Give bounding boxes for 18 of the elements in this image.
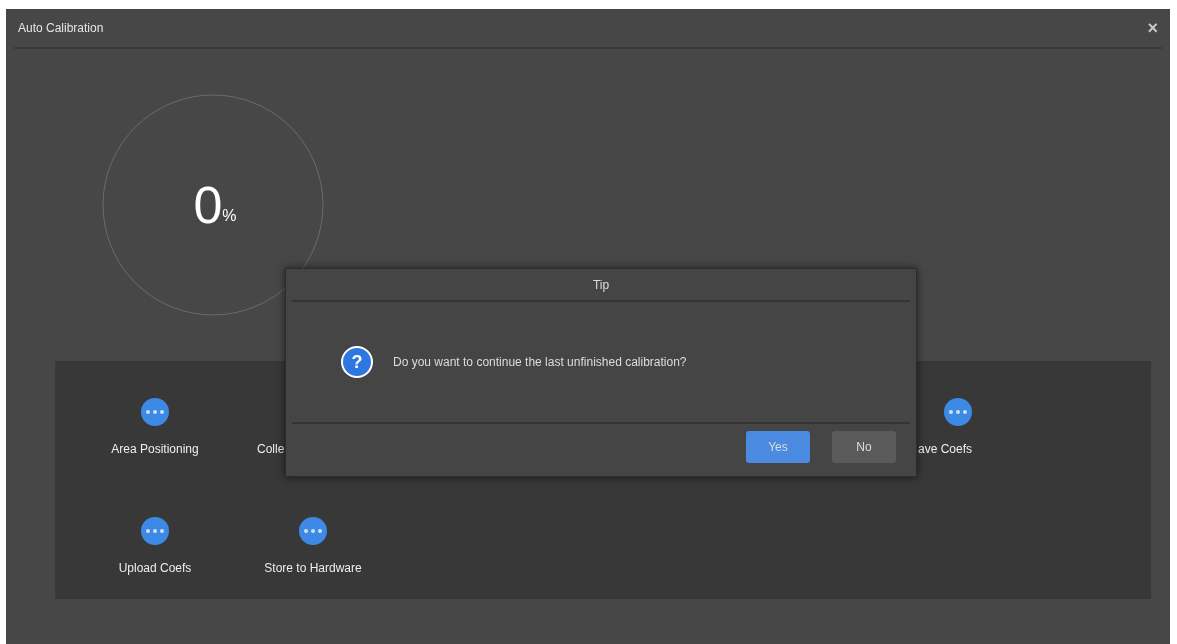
step-label: Colle — [257, 442, 285, 456]
close-button[interactable]: × — [1143, 19, 1162, 37]
more-icon[interactable] — [141, 517, 169, 545]
percent-value: 0 — [193, 179, 223, 231]
step-label: Store to Hardware — [264, 561, 362, 575]
dialog-title: Tip — [592, 277, 610, 292]
dialog-message: Do you want to continue the last unfinished calibration? — [393, 355, 687, 369]
step-label: ave Coefs — [917, 442, 972, 456]
more-icon[interactable] — [141, 398, 169, 426]
question-icon: ? — [341, 346, 373, 378]
secondary-button[interactable]: No — [832, 431, 896, 463]
step-label: Area Positioning — [111, 442, 199, 456]
window-title: Auto Calibration — [18, 21, 104, 35]
more-icon[interactable] — [299, 517, 327, 545]
step-label: Upload Coefs — [118, 561, 192, 575]
percent-sign: % — [222, 207, 237, 225]
more-icon[interactable] — [944, 398, 972, 426]
primary-button[interactable]: Yes — [746, 431, 810, 463]
